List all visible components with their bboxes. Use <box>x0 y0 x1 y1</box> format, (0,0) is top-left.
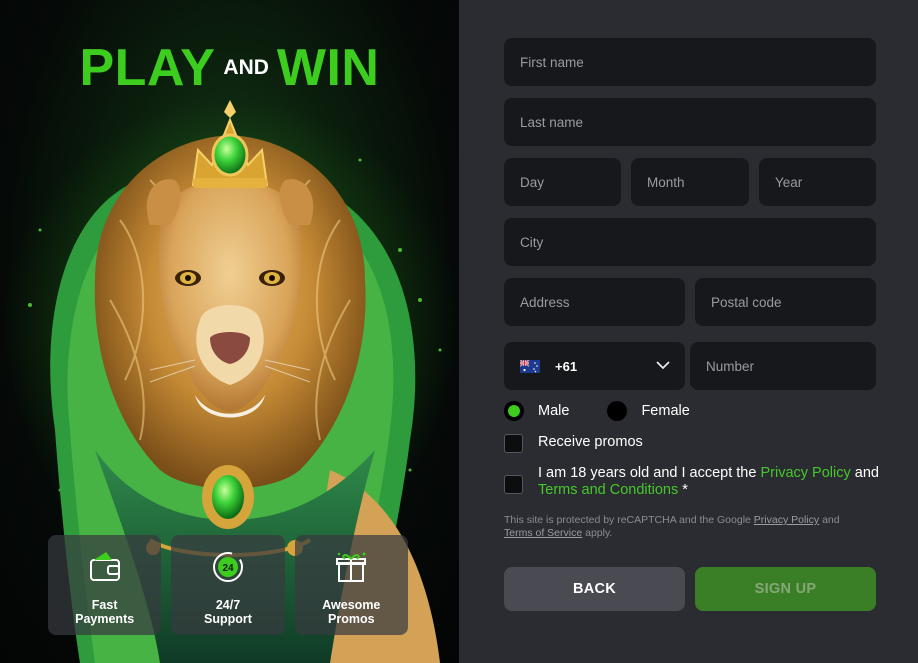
feature-fast-payments: Fast Payments <box>48 535 162 635</box>
recaptcha-prefix: This site is protected by reCAPTCHA and … <box>504 514 751 526</box>
support-24-icon: 24 <box>212 552 243 582</box>
registration-form: +61 Male Female Receive promos I am 18 y… <box>459 0 918 663</box>
recaptcha-suffix: apply. <box>585 527 613 539</box>
first-name-input[interactable] <box>504 38 876 86</box>
phone-code: +61 <box>555 358 578 374</box>
chevron-down-icon[interactable] <box>655 359 671 371</box>
phone-country-select[interactable]: +61 <box>504 342 685 390</box>
phone-number-input[interactable] <box>690 342 876 390</box>
gender-radio-group: Male Female <box>504 401 728 421</box>
female-radio[interactable] <box>607 401 628 421</box>
wallet-icon <box>89 551 120 581</box>
receive-promos-label[interactable]: Receive promos <box>538 434 643 451</box>
age-terms-row: I am 18 years old and I accept the Priva… <box>504 465 879 499</box>
birth-year-input[interactable] <box>759 158 876 206</box>
feature-support: 24 24/7 Support <box>171 535 285 635</box>
postal-code-input[interactable] <box>695 278 876 326</box>
required-mark: * <box>682 482 688 498</box>
feature-promos: Awesome Promos <box>294 535 408 635</box>
australia-flag-icon <box>520 359 540 373</box>
age-terms-checkbox[interactable] <box>504 475 523 494</box>
sign-up-button[interactable]: SIGN UP <box>695 567 876 611</box>
feature-cards: Fast Payments 24 24/7 Support Awesome Pr… <box>48 535 408 635</box>
address-input[interactable] <box>504 278 685 326</box>
feature-label: 24/7 Support <box>204 598 252 626</box>
promo-panel: PLAY AND WIN Fast Payments 24 24/7 Support <box>0 0 459 663</box>
recaptcha-terms-link[interactable]: Terms of Service <box>504 527 582 539</box>
city-input[interactable] <box>504 218 876 266</box>
and-text: and <box>854 465 879 481</box>
gift-icon <box>336 552 367 582</box>
headline-and: AND <box>223 56 269 79</box>
age-terms-label: I am 18 years old and I accept the Priva… <box>538 465 879 499</box>
feature-label: Fast Payments <box>75 598 135 626</box>
male-label[interactable]: Male <box>538 403 569 419</box>
receive-promos-row: Receive promos <box>504 434 643 453</box>
birth-month-input[interactable] <box>631 158 749 206</box>
recaptcha-notice: This site is protected by reCAPTCHA and … <box>504 514 874 540</box>
last-name-input[interactable] <box>504 98 876 146</box>
recaptcha-and: and <box>822 514 840 526</box>
male-radio[interactable] <box>504 401 524 421</box>
birth-day-input[interactable] <box>504 158 621 206</box>
receive-promos-checkbox[interactable] <box>504 434 523 453</box>
svg-text:24: 24 <box>222 563 234 574</box>
headline-win: WIN <box>276 39 380 97</box>
play-and-win-headline: PLAY AND WIN <box>0 38 459 98</box>
terms-link[interactable]: Terms and Conditions <box>538 482 678 498</box>
feature-label: Awesome Promos <box>322 598 381 626</box>
female-label[interactable]: Female <box>641 403 689 419</box>
headline-play: PLAY <box>79 39 216 97</box>
recaptcha-privacy-link[interactable]: Privacy Policy <box>754 514 819 526</box>
back-button[interactable]: BACK <box>504 567 685 611</box>
age-text: I am 18 years old and I accept the <box>538 465 757 481</box>
privacy-policy-link[interactable]: Privacy Policy <box>760 465 850 481</box>
